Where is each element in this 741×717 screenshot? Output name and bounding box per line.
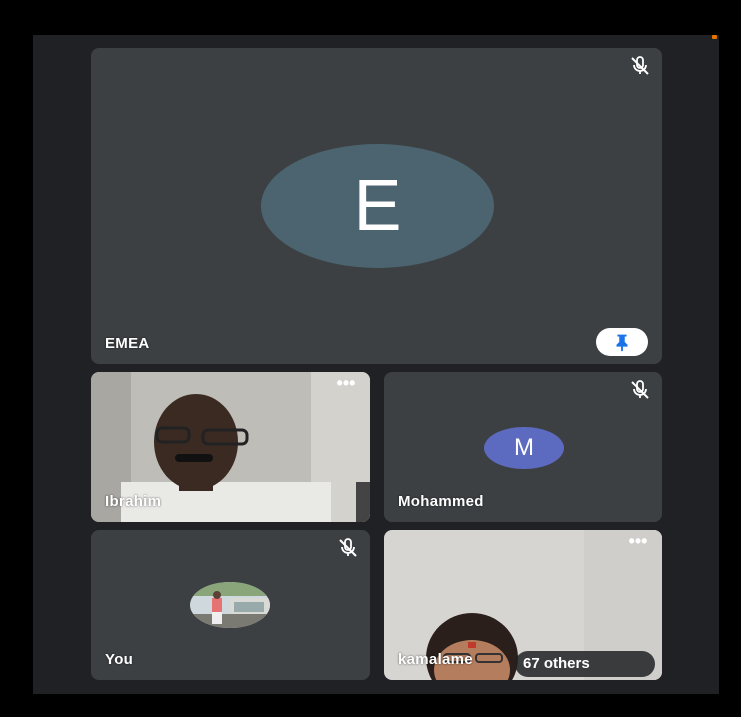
others-count-label: 67 others — [523, 655, 590, 672]
participant-tile-emea[interactable]: E EMEA — [91, 48, 662, 364]
avatar-emea: E — [261, 144, 494, 268]
recording-indicator — [712, 35, 717, 39]
more-options-button[interactable]: ••• — [624, 532, 652, 552]
avatar-mohammed: M — [484, 427, 564, 469]
avatar-you — [190, 582, 270, 628]
mic-off-icon — [631, 56, 649, 75]
participant-name-mohammed: Mohammed — [398, 493, 484, 510]
pin-icon — [616, 334, 628, 352]
participant-tile-you[interactable]: You — [91, 530, 370, 680]
more-options-button[interactable]: ••• — [332, 374, 360, 394]
participant-tile-ibrahim[interactable]: ••• Ibrahim — [91, 372, 370, 522]
mic-off-icon — [631, 380, 649, 399]
participant-name-you: You — [105, 651, 134, 668]
pin-button[interactable] — [596, 328, 648, 356]
mic-off-icon — [339, 538, 357, 557]
participant-tile-mohammed[interactable]: M Mohammed — [384, 372, 662, 522]
participant-name-kamalame: kamalame — [398, 651, 473, 668]
participant-name-ibrahim: Ibrahim — [105, 493, 162, 510]
participant-name-emea: EMEA — [105, 335, 150, 352]
others-count-badge[interactable]: 67 others — [515, 651, 655, 677]
